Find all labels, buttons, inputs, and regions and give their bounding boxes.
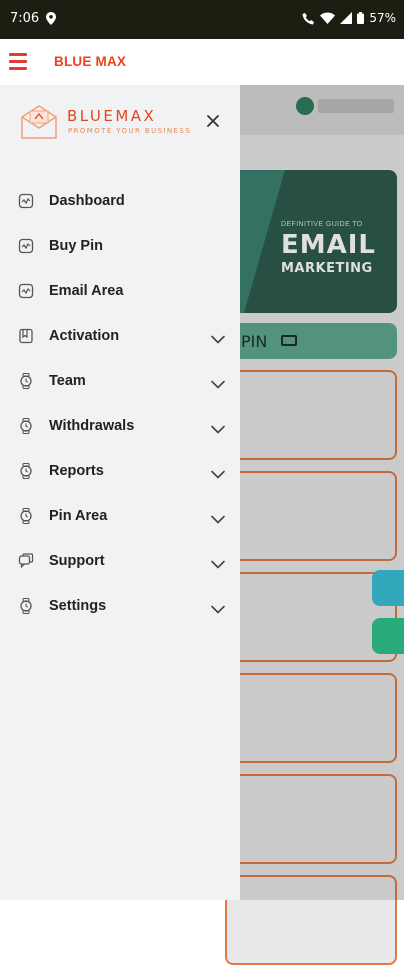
drawer-item-buy-pin[interactable]: Buy Pin: [0, 223, 240, 268]
battery-icon: [357, 12, 365, 24]
chevron-down-icon[interactable]: [211, 601, 225, 614]
book-icon: [18, 328, 34, 344]
app-bar: BLUE MAX: [0, 39, 404, 85]
app-title: BLUE MAX: [54, 54, 127, 69]
bluemax-logo: BLUEMAX PROMOTE YOUR BUSINESS: [20, 103, 195, 143]
battery-percent: 57%: [369, 11, 396, 25]
clock-icon: [18, 507, 34, 524]
wifi-icon: [320, 12, 336, 24]
drawer-item-activation[interactable]: Activation: [0, 313, 240, 358]
clock-icon: [18, 417, 34, 434]
chevron-down-icon[interactable]: [211, 511, 225, 524]
status-time: 7:06: [10, 11, 40, 26]
drawer-item-email-area[interactable]: Email Area: [0, 268, 240, 313]
drawer-item-label: Dashboard: [49, 192, 125, 209]
chevron-down-icon[interactable]: [211, 556, 225, 569]
chevron-down-icon[interactable]: [211, 331, 225, 344]
drawer-item-label: Withdrawals: [49, 417, 135, 434]
chart-icon: [18, 238, 34, 254]
drawer-item-reports[interactable]: Reports: [0, 448, 240, 493]
logo-brand: BLUEMAX: [67, 107, 157, 125]
drawer-item-dashboard[interactable]: Dashboard: [0, 178, 240, 223]
logo-tagline: PROMOTE YOUR BUSINESS: [68, 127, 192, 135]
drawer-item-label: Pin Area: [49, 507, 108, 524]
drawer-menu: Dashboard Buy Pin Email Area Activation Team…: [0, 178, 240, 628]
chart-icon: [18, 193, 34, 209]
drawer-item-withdrawals[interactable]: Withdrawals: [0, 403, 240, 448]
envelope-logo-icon: [21, 105, 57, 139]
drawer-item-label: Support: [49, 552, 105, 569]
navigation-drawer: BLUEMAX PROMOTE YOUR BUSINESS Dashboard B…: [0, 85, 240, 900]
drawer-item-label: Reports: [49, 462, 104, 479]
status-bar: 7:06 57%: [0, 0, 404, 39]
drawer-item-label: Settings: [49, 597, 107, 614]
menu-icon[interactable]: [9, 53, 27, 70]
chevron-down-icon[interactable]: [211, 376, 225, 389]
chat-icon: [18, 552, 34, 569]
clock-icon: [18, 597, 34, 614]
clock-icon: [18, 372, 34, 389]
close-icon[interactable]: [205, 113, 221, 129]
drawer-item-label: Activation: [49, 327, 120, 344]
drawer-item-settings[interactable]: Settings: [0, 583, 240, 628]
drawer-item-label: Buy Pin: [49, 237, 103, 254]
clock-icon: [18, 462, 34, 479]
drawer-item-pin-area[interactable]: Pin Area: [0, 493, 240, 538]
drawer-item-team[interactable]: Team: [0, 358, 240, 403]
chart-icon: [18, 283, 34, 299]
chevron-down-icon[interactable]: [211, 466, 225, 479]
drawer-item-label: Team: [49, 372, 86, 389]
drawer-item-support[interactable]: Support: [0, 538, 240, 583]
chevron-down-icon[interactable]: [211, 421, 225, 434]
drawer-item-label: Email Area: [49, 282, 124, 299]
call-icon: [302, 12, 315, 24]
signal-icon: [340, 12, 353, 24]
location-icon: [46, 12, 56, 25]
